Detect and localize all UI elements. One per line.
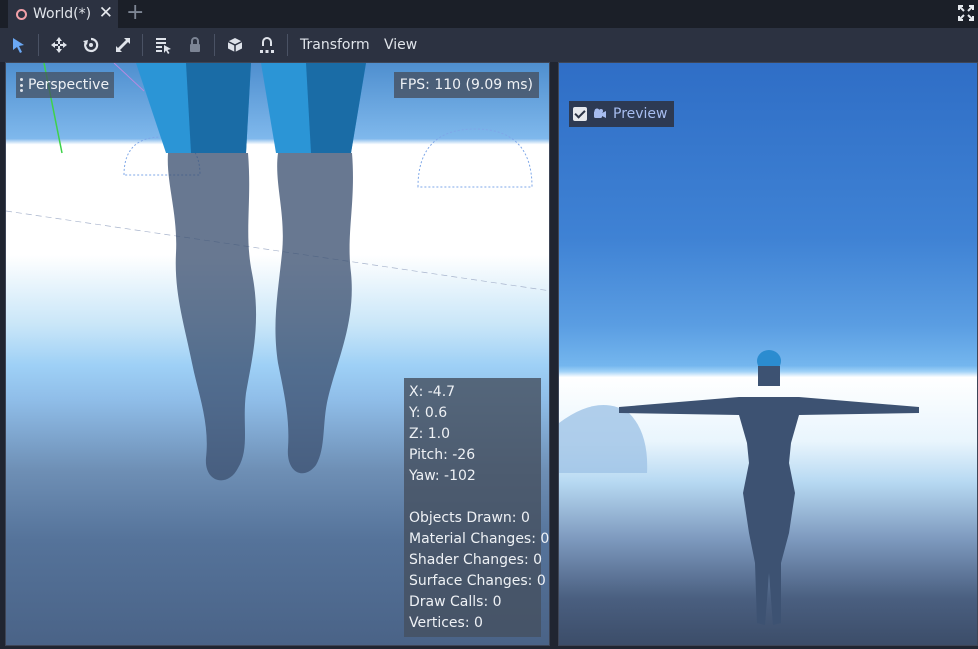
- stat-pitch: Pitch: -26: [409, 447, 476, 463]
- preview-scene: [559, 350, 919, 625]
- perspective-menu-button[interactable]: Perspective: [16, 72, 115, 98]
- stat-draw-calls: Draw Calls: 0: [409, 594, 502, 610]
- viewport-stats-panel: X: -4.7 Y: 0.6 Z: 1.0 Pitch: -26 Yaw: -1…: [404, 378, 550, 637]
- stat-spacer: [409, 487, 541, 508]
- view-menu[interactable]: View: [384, 37, 417, 53]
- viewport-toolbar: Transform View: [0, 28, 978, 62]
- group-icon[interactable]: [226, 36, 244, 54]
- stat-objects-drawn: Objects Drawn: 0: [409, 510, 530, 526]
- checkbox-checked-icon[interactable]: [573, 107, 587, 121]
- stat-x: X: -4.7: [409, 384, 456, 400]
- stat-material-changes: Material Changes: 0: [409, 531, 550, 547]
- character-body: [619, 397, 919, 625]
- scene-tab-world[interactable]: World(*) ✕: [8, 0, 118, 28]
- ground-dome: [559, 405, 648, 473]
- preview-label: Preview: [613, 106, 668, 122]
- scene-tab-bar: World(*) ✕ +: [0, 0, 978, 28]
- menu-grip-icon: [20, 78, 23, 92]
- right-thigh-shade: [306, 63, 366, 153]
- fps-readout: FPS: 110 (9.09 ms): [393, 72, 539, 98]
- right-shin: [275, 153, 353, 474]
- 3d-viewport[interactable]: Perspective FPS: 110 (9.09 ms) X: -4.7 Y…: [5, 62, 550, 646]
- select-icon[interactable]: [10, 36, 28, 54]
- toolbar-separator: [214, 34, 215, 56]
- camera-preview-viewport[interactable]: Preview: [558, 62, 978, 646]
- move-icon[interactable]: [50, 36, 68, 54]
- preview-toggle[interactable]: Preview: [569, 101, 674, 127]
- stat-y: Y: 0.6: [409, 405, 448, 421]
- fullscreen-icon[interactable]: [958, 5, 974, 21]
- node-icon: [16, 8, 27, 20]
- close-icon[interactable]: ✕: [99, 3, 113, 23]
- lock-icon[interactable]: [186, 36, 204, 54]
- rotate-icon[interactable]: [82, 36, 100, 54]
- scale-icon[interactable]: [114, 36, 132, 54]
- left-shin: [167, 153, 257, 481]
- tab-title: World(*): [33, 6, 92, 22]
- camera-icon: [594, 108, 606, 118]
- stat-yaw: Yaw: -102: [409, 468, 476, 484]
- toolbar-separator: [142, 34, 143, 56]
- left-thigh-shade: [186, 63, 251, 153]
- stat-shader-changes: Shader Changes: 0: [409, 552, 543, 568]
- snap-icon[interactable]: [258, 36, 276, 54]
- perspective-label: Perspective: [28, 77, 110, 93]
- character-silhouette: [619, 350, 919, 625]
- toolbar-separator: [287, 34, 288, 56]
- list-select-icon[interactable]: [154, 36, 172, 54]
- x-axis-line: [6, 210, 549, 292]
- add-tab-button[interactable]: +: [126, 1, 144, 25]
- stat-vertices: Vertices: 0: [409, 615, 483, 631]
- toolbar-separator: [38, 34, 39, 56]
- stat-z: Z: 1.0: [409, 426, 451, 442]
- stat-surface-changes: Surface Changes: 0: [409, 573, 546, 589]
- wire-dome-right: [417, 128, 533, 188]
- transform-menu[interactable]: Transform: [300, 37, 370, 53]
